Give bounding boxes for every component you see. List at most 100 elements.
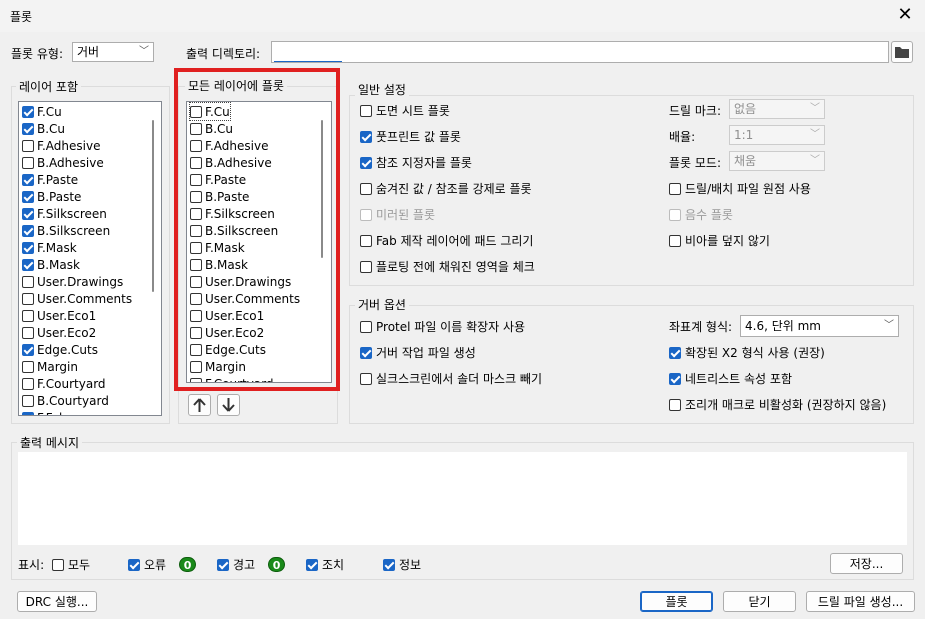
- filter-option[interactable]: 오류 0: [128, 556, 197, 573]
- filter-option[interactable]: 모두: [52, 556, 90, 573]
- close-icon[interactable]: ✕: [895, 5, 915, 25]
- general-right-option[interactable]: 비아를 덮지 않기: [669, 232, 770, 249]
- plot-mode-select[interactable]: 채움 ﹀: [729, 151, 825, 171]
- checkbox-checked[interactable]: [128, 558, 140, 571]
- checkbox-unchecked[interactable]: [669, 398, 681, 411]
- checkbox-unchecked[interactable]: [190, 377, 202, 382]
- layer-item[interactable]: B.Adhesive: [22, 154, 104, 171]
- drill-mark-select[interactable]: 없음 ﹀: [729, 99, 825, 119]
- checkbox-unchecked[interactable]: [190, 224, 202, 237]
- checkbox-unchecked[interactable]: [360, 234, 372, 247]
- drc-button[interactable]: DRC 실행...: [17, 591, 97, 612]
- all-layer-item[interactable]: B.Cu: [190, 120, 233, 137]
- checkbox-unchecked[interactable]: [190, 156, 202, 169]
- checkbox-unchecked[interactable]: [190, 309, 202, 322]
- layer-item[interactable]: F.Courtyard: [22, 375, 106, 392]
- all-layer-item[interactable]: B.Adhesive: [190, 154, 272, 171]
- layer-item[interactable]: B.Paste: [22, 188, 81, 205]
- all-layer-item[interactable]: B.Mask: [190, 256, 248, 273]
- general-right-option[interactable]: 드릴/배치 파일 원점 사용: [669, 180, 811, 197]
- checkbox-checked[interactable]: [306, 558, 318, 571]
- checkbox-checked[interactable]: [383, 558, 395, 571]
- filter-option[interactable]: 조치: [306, 556, 344, 573]
- checkbox-checked[interactable]: [22, 258, 34, 271]
- all-layer-item[interactable]: F.Adhesive: [190, 137, 268, 154]
- layer-item[interactable]: Margin: [22, 358, 78, 375]
- layer-item[interactable]: F.Paste: [22, 171, 78, 188]
- checkbox-unchecked[interactable]: [22, 394, 34, 407]
- general-option[interactable]: 도면 시트 플롯: [360, 102, 450, 119]
- checkbox-unchecked[interactable]: [190, 343, 202, 356]
- all-layer-item[interactable]: F.Courtyard: [190, 375, 274, 382]
- checkbox-unchecked[interactable]: [360, 182, 372, 195]
- checkbox-checked[interactable]: [22, 105, 34, 118]
- all-layer-item[interactable]: Edge.Cuts: [190, 341, 266, 358]
- checkbox-checked[interactable]: [22, 343, 34, 356]
- checkbox-unchecked[interactable]: [190, 360, 202, 373]
- checkbox-unchecked[interactable]: [52, 558, 64, 571]
- all-layer-item[interactable]: F.Silkscreen: [190, 205, 275, 222]
- checkbox-checked[interactable]: [360, 346, 372, 359]
- layer-item[interactable]: B.Silkscreen: [22, 222, 110, 239]
- checkbox-checked[interactable]: [22, 241, 34, 254]
- all-layer-item[interactable]: User.Comments: [190, 290, 300, 307]
- all-layer-item[interactable]: User.Eco1: [190, 307, 264, 324]
- checkbox-checked[interactable]: [360, 156, 372, 169]
- all-layer-item[interactable]: F.Mask: [190, 239, 245, 256]
- checkbox-unchecked[interactable]: [190, 122, 202, 135]
- all-layer-item[interactable]: F.Cu: [189, 102, 231, 121]
- close-button[interactable]: 닫기: [723, 591, 796, 612]
- messages-area[interactable]: [18, 452, 907, 545]
- layer-item[interactable]: F.Fab: [22, 409, 67, 415]
- general-option[interactable]: Fab 제작 레이어에 패드 그리기: [360, 232, 533, 249]
- checkbox-unchecked[interactable]: [360, 320, 372, 333]
- general-option[interactable]: 숨겨진 값 / 참조를 강제로 플롯: [360, 180, 532, 197]
- all-layer-item[interactable]: B.Silkscreen: [190, 222, 278, 239]
- checkbox-unchecked[interactable]: [190, 105, 202, 118]
- all-layer-item[interactable]: F.Paste: [190, 171, 246, 188]
- layer-item[interactable]: User.Comments: [22, 290, 132, 307]
- checkbox-unchecked[interactable]: [190, 326, 202, 339]
- layer-item[interactable]: User.Eco2: [22, 324, 96, 341]
- checkbox-unchecked[interactable]: [669, 182, 681, 195]
- all-layer-item[interactable]: Margin: [190, 358, 246, 375]
- checkbox-unchecked[interactable]: [190, 139, 202, 152]
- layer-item[interactable]: F.Cu: [22, 103, 62, 120]
- layers-listbox[interactable]: F.Cu B.Cu F.Adhesive B.Adhesive F.Paste B.Pas…: [18, 101, 162, 416]
- general-option[interactable]: 풋프린트 값 플롯: [360, 128, 461, 145]
- filter-option[interactable]: 경고 0: [217, 556, 286, 573]
- move-down-button[interactable]: [217, 394, 240, 416]
- checkbox-unchecked[interactable]: [360, 372, 372, 385]
- gerber-option[interactable]: 거버 작업 파일 생성: [360, 344, 476, 361]
- checkbox-unchecked[interactable]: [190, 292, 202, 305]
- gerber-option[interactable]: 실크스크린에서 솔더 마스크 빼기: [360, 370, 542, 387]
- gerber-option[interactable]: Protel 파일 이름 확장자 사용: [360, 318, 525, 335]
- gerber-right-option[interactable]: 확장된 X2 형식 사용 (권장): [669, 344, 825, 361]
- general-option[interactable]: 참조 지정자를 플롯: [360, 154, 472, 171]
- checkbox-unchecked[interactable]: [190, 207, 202, 220]
- checkbox-unchecked[interactable]: [22, 139, 34, 152]
- checkbox-checked[interactable]: [669, 372, 681, 385]
- layer-item[interactable]: F.Silkscreen: [22, 205, 107, 222]
- layer-item[interactable]: B.Cu: [22, 120, 65, 137]
- general-option[interactable]: 플로팅 전에 채워진 영역을 체크: [360, 258, 535, 275]
- checkbox-unchecked[interactable]: [22, 326, 34, 339]
- all-layer-item[interactable]: User.Drawings: [190, 273, 291, 290]
- checkbox-unchecked[interactable]: [22, 275, 34, 288]
- checkbox-unchecked[interactable]: [190, 190, 202, 203]
- filter-option[interactable]: 정보: [383, 556, 421, 573]
- gerber-right-option[interactable]: 네트리스트 속성 포함: [669, 370, 792, 387]
- plot-type-select[interactable]: 거버 ﹀: [72, 42, 154, 62]
- checkbox-checked[interactable]: [22, 122, 34, 135]
- layer-item[interactable]: F.Mask: [22, 239, 77, 256]
- checkbox-unchecked[interactable]: [190, 173, 202, 186]
- checkbox-checked[interactable]: [360, 130, 372, 143]
- all-layers-scrollbar[interactable]: [321, 120, 323, 258]
- browse-folder-button[interactable]: [891, 41, 913, 63]
- generate-drill-files-button[interactable]: 드릴 파일 생성...: [806, 591, 915, 612]
- all-layers-listbox[interactable]: F.Cu B.Cu F.Adhesive B.Adhesive F.Paste B.Pas…: [186, 101, 332, 383]
- all-layer-item[interactable]: User.Eco2: [190, 324, 264, 341]
- all-layer-item[interactable]: B.Paste: [190, 188, 249, 205]
- checkbox-unchecked[interactable]: [360, 104, 372, 117]
- checkbox-checked[interactable]: [22, 224, 34, 237]
